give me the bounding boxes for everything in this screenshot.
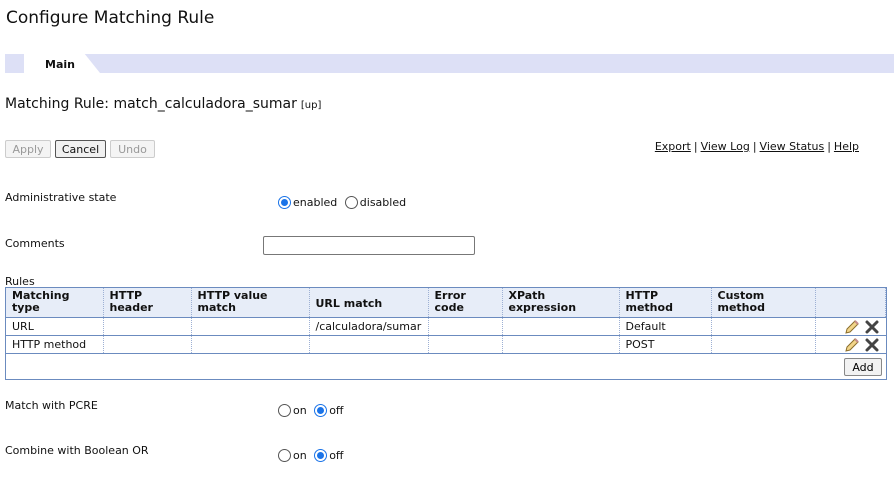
table-cell <box>191 335 310 354</box>
add-rule-button[interactable]: Add <box>844 358 882 376</box>
pcre-label: Match with PCRE <box>5 399 98 412</box>
column-header: XPath expression <box>502 288 620 318</box>
comments-input[interactable] <box>263 236 475 255</box>
column-header: Matching type <box>6 288 104 318</box>
boolean-or-radio-group: on off <box>278 448 348 462</box>
table-cell <box>103 317 192 336</box>
admin-state-label: Administrative state <box>5 191 117 204</box>
table-header-row: Matching type HTTP header HTTP value mat… <box>6 288 886 318</box>
column-header: HTTP value match <box>191 288 310 318</box>
cancel-button[interactable]: Cancel <box>55 140 106 158</box>
table-row: URL /calculadora/sumar Default <box>6 317 886 336</box>
header-links: Export | View Log | View Status | Help <box>655 140 859 153</box>
column-header: Custom method <box>711 288 816 318</box>
boolean-or-label: Combine with Boolean OR <box>5 444 149 457</box>
admin-state-disabled-radio[interactable] <box>344 195 358 209</box>
delete-x-icon[interactable] <box>864 319 880 335</box>
pcre-on-radio[interactable] <box>278 403 291 417</box>
table-cell <box>711 317 816 336</box>
admin-state-enabled-radio[interactable] <box>278 195 291 209</box>
help-link[interactable]: Help <box>834 140 859 153</box>
rules-table-container: Matching type HTTP header HTTP value mat… <box>5 287 887 380</box>
view-status-link[interactable]: View Status <box>760 140 825 153</box>
boolean-or-on-radio[interactable] <box>278 448 291 462</box>
link-separator: | <box>827 140 831 153</box>
pcre-off-label: off <box>329 403 344 417</box>
table-cell <box>502 335 620 354</box>
delete-x-icon[interactable] <box>864 337 880 353</box>
boolean-or-off-label: off <box>329 448 344 462</box>
table-cell: /calculadora/sumar <box>309 317 429 336</box>
apply-button[interactable]: Apply <box>5 140 51 158</box>
pcre-on-label: on <box>293 403 307 417</box>
column-header: Error code <box>428 288 503 318</box>
table-cell <box>191 317 310 336</box>
pcre-off-radio[interactable] <box>314 403 328 417</box>
table-cell: Default <box>619 317 712 336</box>
table-cell: POST <box>619 335 712 354</box>
table-row: HTTP method POST <box>6 335 886 354</box>
rules-table: Matching type HTTP header HTTP value mat… <box>6 288 886 354</box>
table-cell: HTTP method <box>6 335 104 354</box>
admin-state-disabled-label: disabled <box>359 195 407 209</box>
table-cell <box>103 335 192 354</box>
table-cell <box>428 317 503 336</box>
admin-state-enabled-label: enabled <box>293 195 338 209</box>
undo-button[interactable]: Undo <box>110 140 155 158</box>
link-separator: | <box>752 140 757 153</box>
column-header: HTTP header <box>103 288 192 318</box>
row-actions <box>815 335 886 354</box>
admin-state-radio-group: enabled disabled <box>278 195 410 209</box>
pencil-icon[interactable] <box>844 319 860 335</box>
column-header: HTTP method <box>619 288 712 318</box>
rule-heading-prefix: Matching Rule: <box>5 96 114 112</box>
table-cell <box>309 335 429 354</box>
column-header: URL match <box>309 288 429 318</box>
comments-label: Comments <box>5 237 65 250</box>
table-cell <box>711 335 816 354</box>
rule-name: match_calculadora_sumar <box>113 96 297 112</box>
boolean-or-on-label: on <box>293 448 307 462</box>
table-cell <box>502 317 620 336</box>
boolean-or-off-radio[interactable] <box>314 448 328 462</box>
export-link[interactable]: Export <box>655 140 691 153</box>
rule-heading: Matching Rule: match_calculadora_sumar [u… <box>5 96 321 112</box>
link-separator: | <box>693 140 698 153</box>
table-cell <box>428 335 503 354</box>
pencil-icon[interactable] <box>844 337 860 353</box>
table-cell: URL <box>6 317 104 336</box>
row-actions <box>815 317 886 336</box>
tab-bar <box>5 54 894 73</box>
column-header-actions <box>815 288 886 318</box>
pcre-radio-group: on off <box>278 403 348 417</box>
up-link[interactable]: [up] <box>301 100 322 111</box>
view-log-link[interactable]: View Log <box>701 140 750 153</box>
page-title: Configure Matching Rule <box>6 8 215 28</box>
